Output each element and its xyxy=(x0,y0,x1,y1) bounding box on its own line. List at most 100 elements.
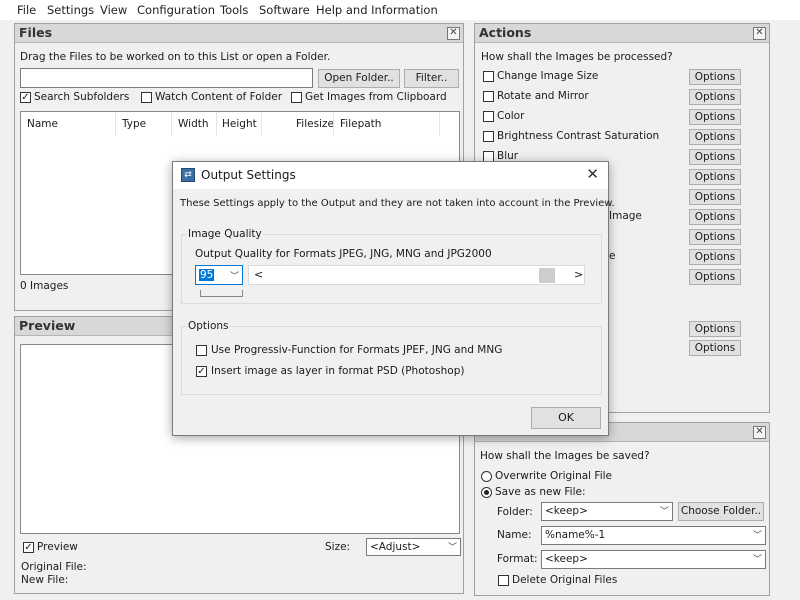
options-button[interactable]: Options xyxy=(689,169,741,185)
get-clipboard-checkbox[interactable] xyxy=(291,92,302,103)
column-separator xyxy=(216,112,217,136)
image-quality-group-label: Image Quality xyxy=(187,228,263,240)
preview-checkbox[interactable]: ✓ xyxy=(23,542,34,553)
psd-layer-label: Insert image as layer in format PSD (Pho… xyxy=(211,365,465,377)
files-panel-title: Files xyxy=(19,25,53,40)
preview-panel-title: Preview xyxy=(19,318,76,333)
chevron-down-icon: ﹀ xyxy=(659,507,669,517)
dialog-note: These Settings apply to the Output and t… xyxy=(180,198,615,209)
original-file-label: Original File: xyxy=(21,561,87,573)
options-button[interactable]: Options xyxy=(689,269,741,285)
actions-panel-title: Actions xyxy=(479,25,532,40)
options-button[interactable]: Options xyxy=(689,321,741,337)
menu-settings[interactable]: Settings xyxy=(47,3,94,17)
psd-layer-checkbox[interactable]: ✓ xyxy=(196,366,207,377)
action-checkbox-color[interactable] xyxy=(483,111,494,122)
chevron-down-icon: ﹀ xyxy=(752,555,762,565)
options-button[interactable]: Options xyxy=(689,189,741,205)
actions-question: How shall the Images be processed? xyxy=(481,51,673,63)
new-file-label: New File: xyxy=(21,574,69,586)
overwrite-label: Overwrite Original File xyxy=(495,470,612,482)
menu-configuration[interactable]: Configuration xyxy=(137,3,215,17)
action-checkbox-brightness[interactable] xyxy=(483,131,494,142)
options-button[interactable]: Options xyxy=(689,109,741,125)
options-button[interactable]: Options xyxy=(689,340,741,356)
size-select-value: <Adjust> xyxy=(370,541,421,553)
action-label: Color xyxy=(497,110,525,122)
folder-select-value: <keep> xyxy=(545,505,588,517)
scroll-right-icon[interactable]: > xyxy=(574,268,583,281)
overwrite-radio[interactable] xyxy=(481,471,492,482)
image-count: 0 Images xyxy=(20,280,69,292)
delete-original-label: Delete Original Files xyxy=(512,574,618,586)
column-header-type[interactable]: Type xyxy=(122,118,146,130)
action-label: Brightness Contrast Saturation xyxy=(497,130,660,142)
filter-button[interactable]: Filter.. xyxy=(404,69,459,88)
column-header-height[interactable]: Height xyxy=(222,118,257,130)
files-panel-header: Files ✕ xyxy=(15,24,463,43)
scrollbar-thumb[interactable] xyxy=(539,268,555,283)
actions-panel-header: Actions ✕ xyxy=(475,24,769,43)
column-header-width[interactable]: Width xyxy=(178,118,209,130)
folder-select[interactable]: <keep> ﹀ xyxy=(541,502,673,521)
files-instruction: Drag the Files to be worked on to this L… xyxy=(20,51,331,63)
choose-folder-button[interactable]: Choose Folder.. xyxy=(678,502,764,521)
save-new-label: Save as new File: xyxy=(495,486,586,498)
app-icon: ⇄ xyxy=(181,168,195,182)
dialog-titlebar: ⇄ Output Settings ✕ xyxy=(173,162,608,189)
quality-scrollbar[interactable]: < > xyxy=(248,265,585,285)
column-header-name[interactable]: Name xyxy=(27,118,58,130)
size-label: Size: xyxy=(325,541,351,553)
delete-original-checkbox[interactable] xyxy=(498,575,509,586)
watch-content-label: Watch Content of Folder xyxy=(155,91,283,103)
folder-label: Folder: xyxy=(497,506,533,518)
options-group xyxy=(181,326,602,395)
save-new-radio[interactable] xyxy=(481,487,492,498)
column-header-filepath[interactable]: Filepath xyxy=(340,118,381,130)
column-separator xyxy=(171,112,172,136)
name-select[interactable]: %name%-1 ﹀ xyxy=(541,526,766,545)
progressive-checkbox[interactable] xyxy=(196,345,207,356)
open-folder-button[interactable]: Open Folder.. xyxy=(318,69,400,88)
save-panel-close-icon[interactable]: ✕ xyxy=(753,426,766,439)
quality-select[interactable]: 95 ﹀ xyxy=(195,265,243,285)
close-icon[interactable]: ✕ xyxy=(586,165,599,183)
watch-content-checkbox[interactable] xyxy=(141,92,152,103)
size-select[interactable]: <Adjust> ﹀ xyxy=(366,538,461,556)
preview-check-label: Preview xyxy=(37,541,78,553)
chevron-down-icon: ﹀ xyxy=(447,543,457,553)
action-checkbox-rotate[interactable] xyxy=(483,91,494,102)
output-settings-dialog: ⇄ Output Settings ✕ These Settings apply… xyxy=(172,161,615,436)
menu-help[interactable]: Help and Information xyxy=(316,3,438,17)
options-button[interactable]: Options xyxy=(689,249,741,265)
search-subfolders-checkbox[interactable]: ✓ xyxy=(20,92,31,103)
options-button[interactable]: Options xyxy=(689,129,741,145)
format-select[interactable]: <keep> ﹀ xyxy=(541,550,766,569)
scroll-left-icon[interactable]: < xyxy=(254,268,263,281)
save-panel: ✕ How shall the Images be saved? Overwri… xyxy=(474,422,770,596)
options-button[interactable]: Options xyxy=(689,69,741,85)
menu-bar: File Settings View Configuration Tools S… xyxy=(0,0,800,20)
actions-panel-close-icon[interactable]: ✕ xyxy=(753,27,766,40)
files-panel-close-icon[interactable]: ✕ xyxy=(447,27,460,40)
options-button[interactable]: Options xyxy=(689,149,741,165)
format-label: Format: xyxy=(497,553,538,565)
name-select-value: %name%-1 xyxy=(545,529,606,541)
menu-tools[interactable]: Tools xyxy=(220,3,248,17)
options-button[interactable]: Options xyxy=(689,89,741,105)
save-question: How shall the Images be saved? xyxy=(480,450,650,462)
ok-button[interactable]: OK xyxy=(531,407,601,429)
options-button[interactable]: Options xyxy=(689,229,741,245)
options-button[interactable]: Options xyxy=(689,209,741,225)
menu-file[interactable]: File xyxy=(17,3,36,17)
chevron-down-icon: ﹀ xyxy=(229,272,239,282)
menu-software[interactable]: Software xyxy=(259,3,310,17)
files-path-input[interactable] xyxy=(20,68,313,88)
column-header-filesize[interactable]: Filesize xyxy=(296,118,334,130)
action-checkbox-image-size[interactable] xyxy=(483,71,494,82)
column-separator xyxy=(333,112,334,136)
quality-indicator xyxy=(200,290,243,297)
get-clipboard-label: Get Images from Clipboard xyxy=(305,91,447,103)
menu-view[interactable]: View xyxy=(100,3,127,17)
action-label-partial: Image xyxy=(609,210,642,222)
